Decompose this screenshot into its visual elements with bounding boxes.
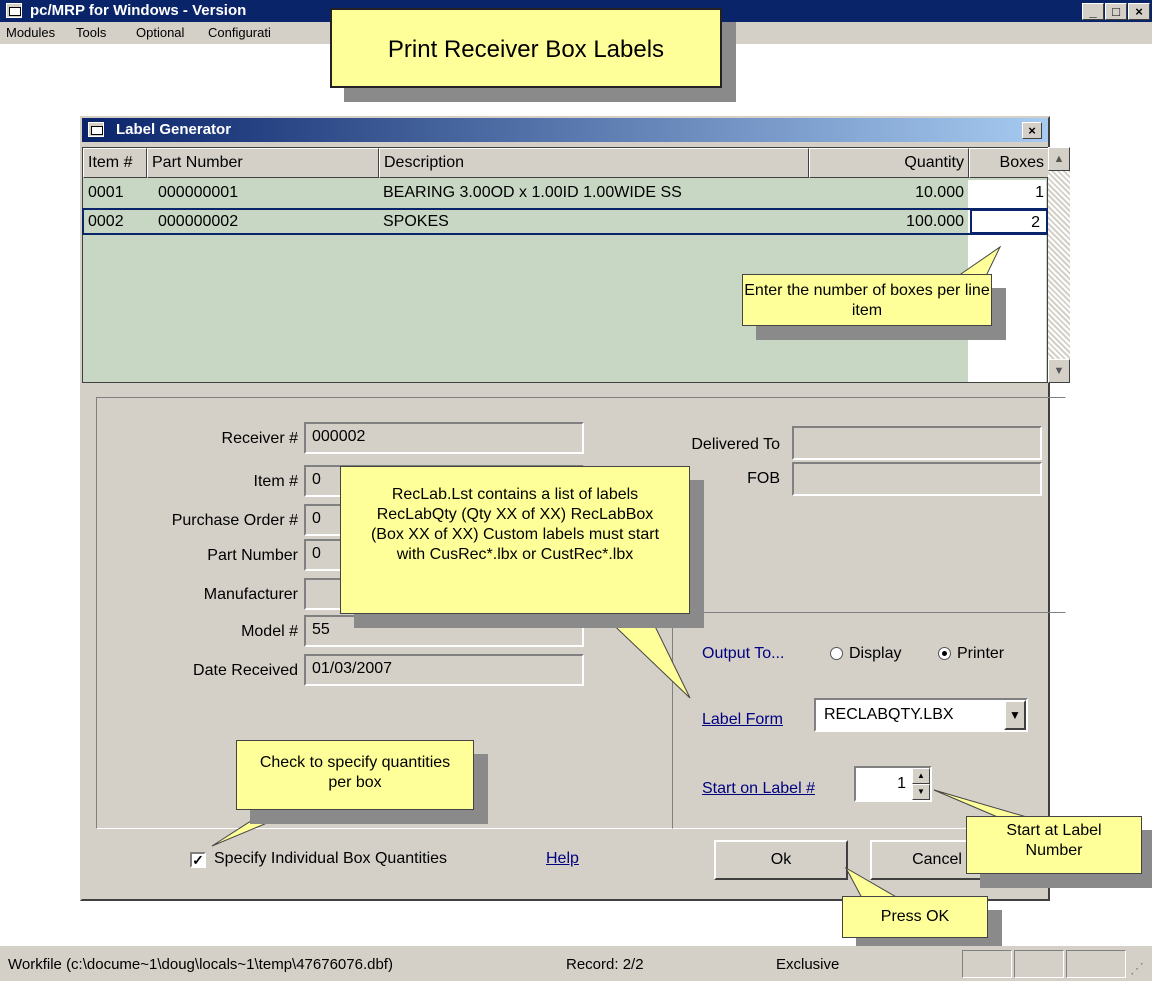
- status-panel: [1014, 950, 1064, 978]
- start-callout: Start at Label Number: [966, 816, 1142, 874]
- boxes-callout-tail: [956, 245, 1002, 277]
- check-callout: Check to specify quantities per box: [236, 740, 474, 810]
- ok-callout-tail: [844, 866, 900, 899]
- resize-grip-icon[interactable]: ⋰: [1130, 960, 1144, 977]
- status-panel: [1066, 950, 1126, 978]
- boxes-callout: Enter the number of boxes per line item: [742, 274, 992, 326]
- reclab-callout-tail: [598, 611, 691, 699]
- status-workfile: Workfile (c:\docume~1\doug\locals~1\temp…: [8, 956, 393, 973]
- status-mode: Exclusive: [776, 956, 840, 973]
- status-record: Record: 2/2: [566, 956, 644, 973]
- status-bar: Workfile (c:\docume~1\doug\locals~1\temp…: [0, 946, 1152, 981]
- ok-callout: Press OK: [842, 896, 988, 938]
- start-callout-tail: [933, 789, 1031, 819]
- status-panel: [962, 950, 1012, 978]
- check-callout-tail: [211, 809, 299, 847]
- reclab-callout: RecLab.Lst contains a list of labels Rec…: [340, 466, 690, 614]
